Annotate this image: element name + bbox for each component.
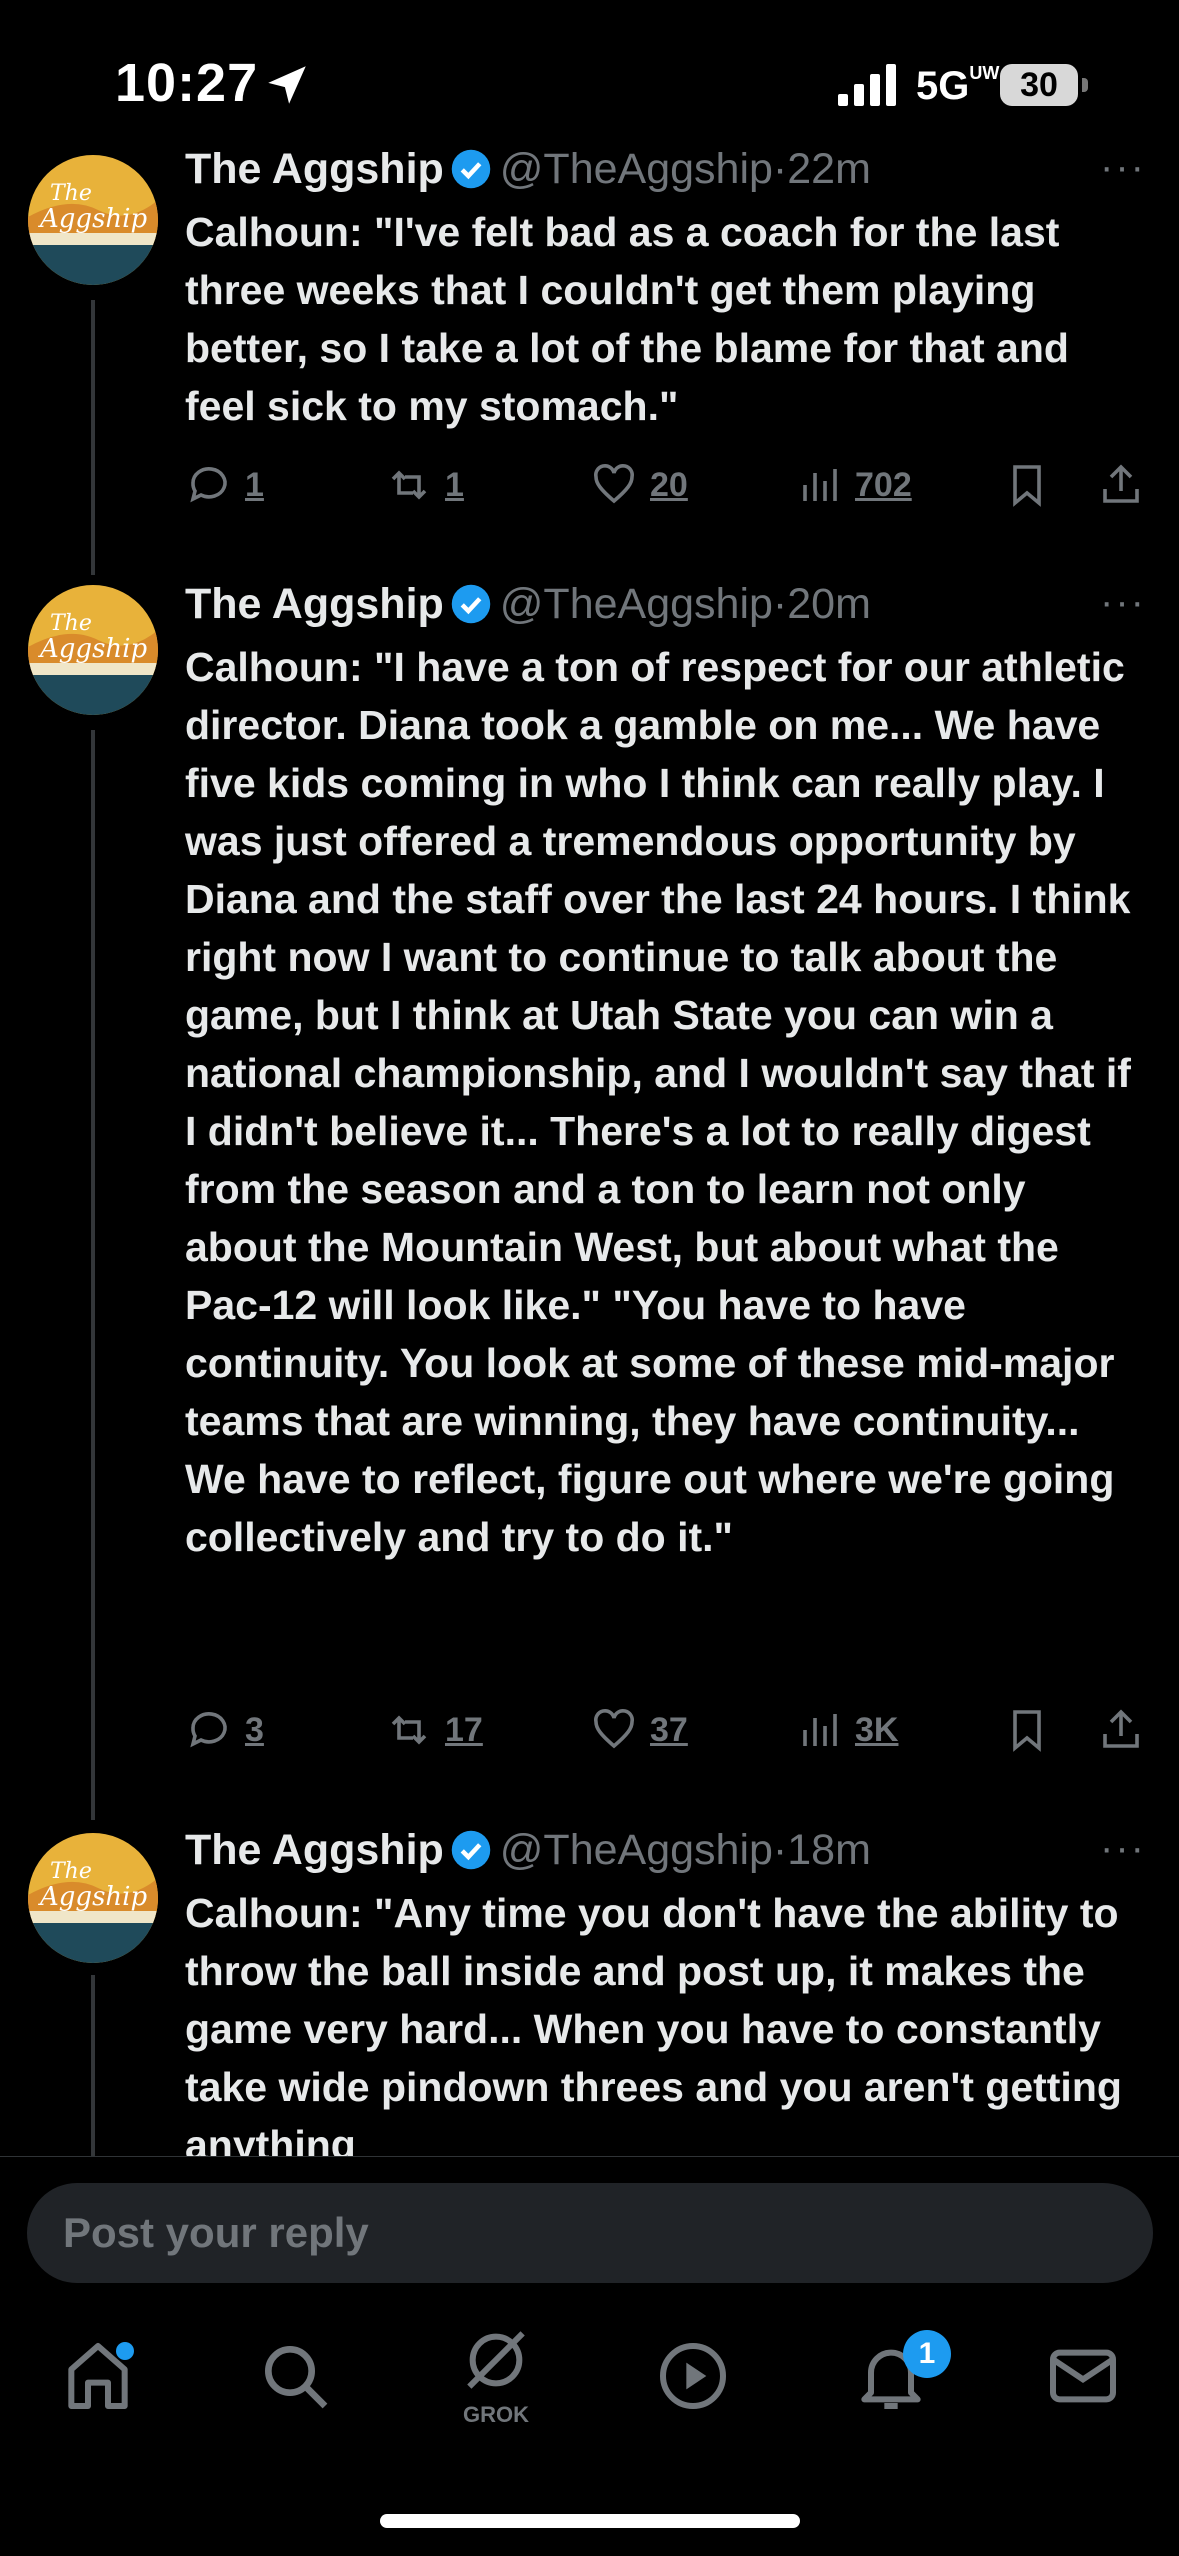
tweet-time[interactable]: 18m <box>787 1826 871 1874</box>
avatar[interactable]: The Aggship <box>28 1833 158 1963</box>
tab-search[interactable] <box>255 2336 335 2416</box>
home-notification-dot <box>116 2342 134 2360</box>
search-icon <box>265 2346 328 2409</box>
tab-bar: GROK 1 <box>0 2290 1179 2490</box>
tab-video[interactable] <box>653 2336 733 2416</box>
reply-input[interactable]: Post your reply <box>27 2183 1153 2283</box>
tweet-header: The Aggship @TheAggship·18m <box>185 1826 871 1875</box>
author-name[interactable]: The Aggship <box>185 1826 444 1874</box>
grok-label: GROK <box>463 2402 529 2427</box>
thread-line <box>91 1975 95 2156</box>
notifications-badge: 1 <box>903 2330 951 2378</box>
tweet[interactable]: The Aggship The Aggship @TheAggship·18m ·… <box>0 0 1179 2156</box>
tab-grok[interactable] <box>456 2320 536 2400</box>
reply-placeholder: Post your reply <box>63 2209 369 2256</box>
more-options-icon[interactable]: ··· <box>1100 1826 1146 1871</box>
avatar-text: The <box>50 1859 92 1884</box>
tweet-text: Calhoun: "Any time you don't have the ab… <box>185 1890 1122 2156</box>
tab-messages[interactable] <box>1043 2336 1123 2416</box>
mail-icon <box>1050 2349 1116 2403</box>
home-indicator <box>380 2514 800 2528</box>
play-icon <box>660 2343 726 2409</box>
grok-icon <box>467 2331 525 2389</box>
separator-dot: · <box>772 1826 788 1874</box>
reply-bar: Post your reply <box>0 2156 1179 2283</box>
avatar-text: Aggship <box>38 1882 147 1912</box>
verified-badge-icon <box>451 1830 491 1870</box>
author-handle[interactable]: @TheAggship <box>500 1826 773 1874</box>
